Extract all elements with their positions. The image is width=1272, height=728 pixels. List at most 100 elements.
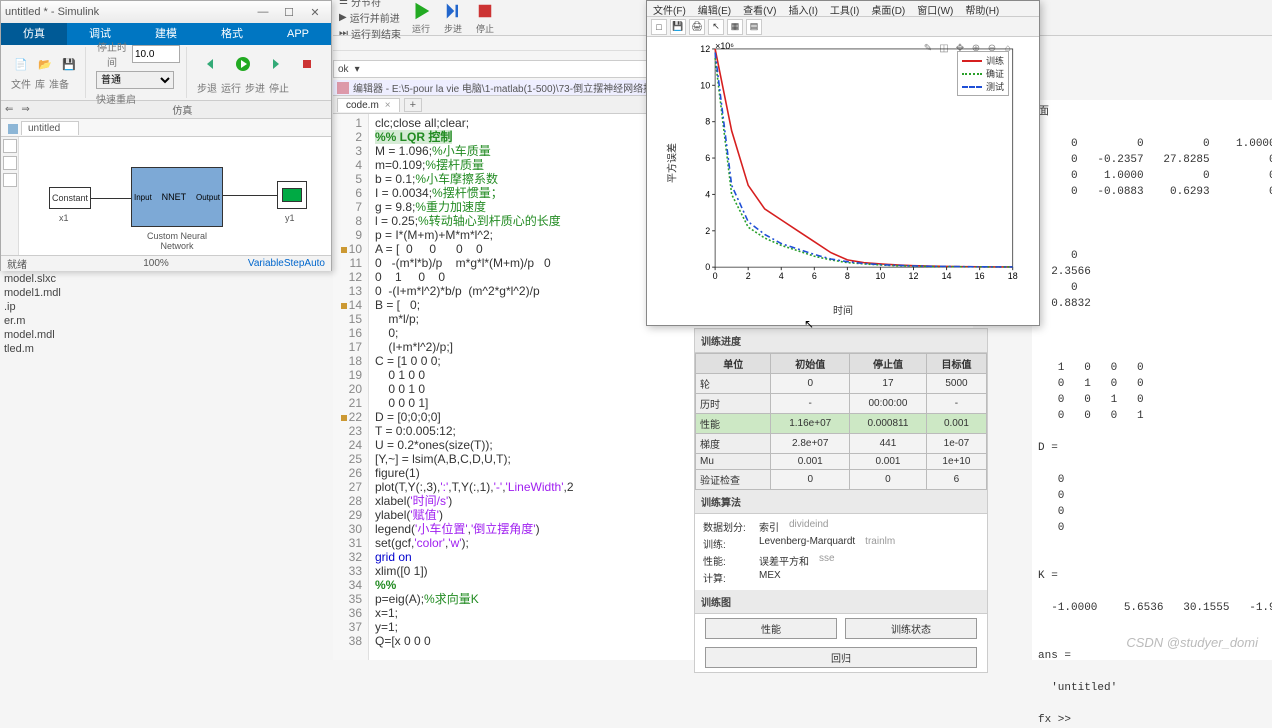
figure-toolbar: □ 💾 🖨 ↖ ▦ ▤ <box>647 17 1039 37</box>
sim-section-label: 仿真 <box>34 102 331 117</box>
svg-text:×10⁶: ×10⁶ <box>715 41 734 51</box>
tab-code[interactable]: code.m × <box>337 98 400 112</box>
file-item[interactable]: model1.mdl <box>0 286 118 300</box>
wire1 <box>91 198 131 199</box>
grid-icon[interactable]: ▦ <box>727 19 743 35</box>
progress-table: 单位初始值停止值目标值 轮0175000历时-00:00:00-性能1.16e+… <box>695 353 987 490</box>
status-ready: 就绪 <box>7 256 77 271</box>
file-item[interactable]: model.slxc <box>0 272 118 286</box>
watermark: CSDN @studyer_domi <box>1126 635 1258 650</box>
constant-block[interactable]: Constant <box>49 187 91 209</box>
nav-left-icon[interactable]: ⇐ <box>1 104 17 115</box>
mode-select[interactable]: 普通 <box>96 71 174 89</box>
cnn-label: Custom Neural Network <box>131 231 223 251</box>
tab-app[interactable]: APP <box>265 23 331 45</box>
editor-run-icon[interactable] <box>409 1 433 21</box>
step-fwd-icon[interactable] <box>261 50 289 78</box>
tab-close-icon[interactable]: × <box>385 100 391 111</box>
legend-line-valid <box>962 73 982 75</box>
th-target: 目标值 <box>926 354 986 374</box>
simulink-window: untitled * - Simulink — ☐ ✕ 仿真 调试 建模 格式 … <box>0 0 332 271</box>
state-button[interactable]: 训练状态 <box>845 618 977 639</box>
perf-button[interactable]: 性能 <box>705 618 837 639</box>
save-icon[interactable]: 💾 <box>59 54 79 74</box>
menu-tools[interactable]: 工具(I) <box>824 1 865 16</box>
tab-sim[interactable]: 仿真 <box>1 23 67 45</box>
cmd-ok: ok <box>338 64 349 75</box>
status-solver[interactable]: VariableStepAuto <box>235 258 325 269</box>
prep-label: 准备 <box>49 76 69 91</box>
run-end-icon[interactable]: ⏭ <box>339 28 348 39</box>
stoptime-input[interactable] <box>132 45 180 63</box>
save-fig-icon[interactable]: 💾 <box>670 19 686 35</box>
step-back-icon[interactable] <box>197 50 225 78</box>
new-icon[interactable]: 📄 <box>11 54 31 74</box>
editor-step-icon[interactable] <box>441 1 465 21</box>
file-item[interactable]: tled.m <box>0 342 118 356</box>
svg-text:12: 12 <box>700 44 710 54</box>
legend[interactable]: 训练 确证 测试 <box>957 51 1009 96</box>
zoom-out-icon[interactable] <box>3 156 17 170</box>
editor-stop-icon[interactable] <box>473 1 497 21</box>
menu-desktop[interactable]: 桌面(D) <box>865 1 911 16</box>
sim-subbar: ⇐ ⇒ 仿真 <box>1 101 331 119</box>
regress-button[interactable]: 回归 <box>705 647 977 668</box>
print-icon[interactable]: 🖨 <box>689 19 705 35</box>
block-diagram[interactable]: Constant x1 Input NNET Output y1 Custom … <box>19 137 331 255</box>
section-icon[interactable]: ☰ <box>339 0 348 7</box>
scope-block[interactable] <box>277 181 307 209</box>
pointer-icon[interactable]: ↖ <box>708 19 724 35</box>
menu-file[interactable]: 文件(F) <box>647 1 692 16</box>
svg-text:8: 8 <box>705 117 710 127</box>
tab-add-icon[interactable]: + <box>404 98 422 112</box>
legend-line-test <box>962 86 982 88</box>
stop-icon[interactable] <box>293 50 321 78</box>
command-output[interactable]: 面 0 0 0 1.0000 0 -0.2357 27.8285 0 0 1.0… <box>1032 100 1272 660</box>
canvas-tools <box>1 137 19 255</box>
svg-text:4: 4 <box>779 271 784 281</box>
zoom-in-icon[interactable] <box>3 139 17 153</box>
menu-window[interactable]: 窗口(W) <box>911 1 959 16</box>
maximize-icon[interactable]: ☐ <box>277 4 301 20</box>
cursor-icon: ↖ <box>804 317 814 331</box>
sim-canvas[interactable]: Constant x1 Input NNET Output y1 Custom … <box>1 137 331 255</box>
svg-text:18: 18 <box>1008 271 1018 281</box>
plots-title: 训练图 <box>695 590 987 614</box>
nav-right-icon[interactable]: ⇒ <box>17 104 33 115</box>
tab-code-label: code.m <box>346 100 379 111</box>
tab-format[interactable]: 格式 <box>199 23 265 45</box>
file-item[interactable]: er.m <box>0 314 118 328</box>
editor-path: 编辑器 - E:\5-pour la vie 电脑\1-matlab(1-500… <box>353 80 689 95</box>
open-icon[interactable]: 📂 <box>35 54 55 74</box>
fit-icon[interactable] <box>3 173 17 187</box>
editor-icon <box>337 82 349 94</box>
minimize-icon[interactable]: — <box>251 4 275 20</box>
legend-line-train <box>962 60 982 62</box>
menu-insert[interactable]: 插入(I) <box>782 1 823 16</box>
menu-view[interactable]: 查看(V) <box>737 1 782 16</box>
chevron-down-icon[interactable]: ▾ <box>355 64 360 75</box>
menu-help[interactable]: 帮助(H) <box>959 1 1005 16</box>
legend-test: 测试 <box>986 80 1004 93</box>
svg-text:10: 10 <box>875 271 885 281</box>
new-fig-icon[interactable]: □ <box>651 19 667 35</box>
run-icon[interactable] <box>229 50 257 78</box>
const-text: Constant <box>52 193 88 203</box>
svg-text:2: 2 <box>746 271 751 281</box>
xlabel: 时间 <box>833 302 853 317</box>
file-label: 文件 <box>11 76 31 91</box>
progress-title: 训练进度 <box>695 329 987 353</box>
x1-label: x1 <box>59 213 69 223</box>
file-item[interactable]: .ip <box>0 300 118 314</box>
nnet-block[interactable]: Input NNET Output <box>131 167 223 227</box>
svg-text:16: 16 <box>975 271 985 281</box>
menu-edit[interactable]: 编辑(E) <box>692 1 737 16</box>
file-item[interactable]: model.mdl <box>0 328 118 342</box>
stoptime-label: 停止时间 <box>96 39 128 69</box>
run-advance-icon[interactable]: ▶ <box>339 12 347 23</box>
window-titlebar[interactable]: untitled * - Simulink — ☐ ✕ <box>1 1 331 23</box>
close-icon[interactable]: ✕ <box>303 4 327 20</box>
doc-tab-untitled[interactable]: untitled <box>21 121 79 135</box>
inspect-icon[interactable]: ▤ <box>746 19 762 35</box>
figure-menubar: 文件(F) 编辑(E) 查看(V) 插入(I) 工具(I) 桌面(D) 窗口(W… <box>647 1 1039 17</box>
